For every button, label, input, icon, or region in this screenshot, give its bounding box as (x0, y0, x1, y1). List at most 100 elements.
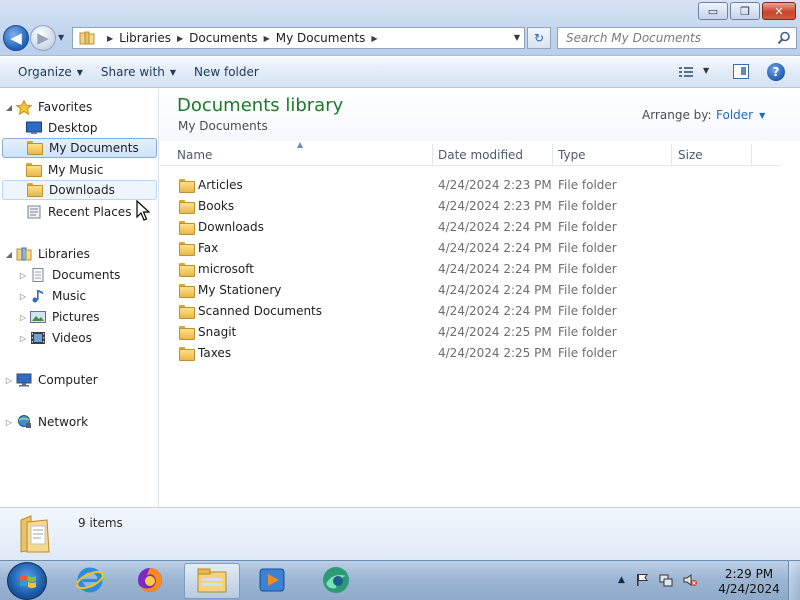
file-date: 4/24/2024 2:25 PM (438, 324, 552, 339)
collapse-arrow-icon[interactable]: ◢ (4, 250, 14, 259)
column-headers: ▲ Name Date modified Type Size (160, 140, 780, 166)
collapse-arrow-icon[interactable]: ◢ (4, 103, 14, 112)
expand-arrow-icon[interactable]: ▷ (18, 313, 28, 322)
pictures-icon (30, 310, 46, 324)
windows-explorer-icon (196, 566, 228, 597)
file-row[interactable]: Fax 4/24/2024 2:24 PM File folder (160, 237, 780, 258)
refresh-button[interactable]: ↻ (527, 27, 551, 49)
address-bar[interactable]: ▶ Libraries ▶ Documents ▶ My Documents ▶… (72, 27, 525, 49)
library-subtitle[interactable]: My Documents (178, 119, 268, 133)
nav-item-documents[interactable]: ▷ Documents (18, 265, 120, 285)
help-button[interactable]: ? (767, 63, 785, 81)
show-desktop-button[interactable] (788, 561, 800, 600)
forward-button[interactable]: ▶ (30, 25, 56, 51)
nav-item-my-documents[interactable]: My Documents (2, 138, 157, 158)
change-view-icon[interactable] (678, 65, 694, 79)
breadcrumb-libraries[interactable]: Libraries (119, 31, 171, 45)
search-icon[interactable] (777, 31, 791, 45)
nav-item-label: Recent Places (48, 205, 132, 219)
preview-pane-button[interactable] (733, 64, 749, 79)
expand-arrow-icon[interactable]: ▷ (18, 292, 28, 301)
arrange-by-label: Arrange by: (642, 108, 712, 122)
action-center-flag-icon[interactable] (635, 573, 649, 587)
file-date: 4/24/2024 2:24 PM (438, 261, 552, 276)
column-header-size[interactable]: Size (678, 148, 703, 166)
nav-item-downloads[interactable]: Downloads (2, 180, 157, 200)
file-row[interactable]: microsoft 4/24/2024 2:24 PM File folder (160, 258, 780, 279)
browser-app-icon (320, 564, 352, 599)
nav-item-videos[interactable]: ▷ Videos (18, 328, 92, 348)
nav-network[interactable]: ▷ Network (4, 412, 88, 432)
column-divider[interactable] (432, 144, 433, 166)
share-with-menu[interactable]: Share with ▼ (92, 65, 185, 79)
back-button[interactable]: ◀ (3, 25, 29, 51)
breadcrumb-separator-icon[interactable]: ▶ (107, 34, 113, 43)
file-name: Books (198, 198, 235, 213)
column-divider[interactable] (671, 144, 672, 166)
column-divider[interactable] (552, 144, 553, 166)
folder-icon (179, 263, 195, 277)
breadcrumb-separator-icon[interactable]: ▶ (264, 34, 270, 43)
nav-item-desktop[interactable]: Desktop (26, 118, 98, 138)
view-dropdown-icon[interactable]: ▼ (703, 66, 709, 75)
taskbar-internet-explorer[interactable] (62, 563, 118, 599)
breadcrumb-separator-icon[interactable]: ▶ (177, 34, 183, 43)
nav-item-label: Downloads (49, 183, 115, 197)
taskbar-firefox[interactable] (122, 563, 178, 599)
nav-favorites[interactable]: ◢ Favorites (4, 97, 92, 117)
nav-item-my-music[interactable]: My Music (26, 160, 103, 180)
expand-arrow-icon[interactable]: ▷ (18, 334, 28, 343)
address-dropdown-icon[interactable]: ▼ (514, 33, 520, 42)
expand-arrow-icon[interactable]: ▷ (18, 271, 28, 280)
file-row[interactable]: Articles 4/24/2024 2:23 PM File folder (160, 174, 780, 195)
taskbar-media-player[interactable] (244, 563, 300, 599)
nav-item-pictures[interactable]: ▷ Pictures (18, 307, 100, 327)
navigation-pane: ◢ Favorites Desktop My Documents My Musi… (0, 89, 159, 507)
volume-muted-icon[interactable] (683, 573, 697, 587)
recent-pages-dropdown[interactable]: ▼ (58, 33, 64, 42)
nav-item-music[interactable]: ▷ Music (18, 286, 86, 306)
file-row[interactable]: My Stationery 4/24/2024 2:24 PM File fol… (160, 279, 780, 300)
details-pane: 9 items (0, 507, 800, 560)
network-status-icon[interactable] (659, 573, 673, 587)
breadcrumb-my-documents[interactable]: My Documents (276, 31, 366, 45)
expand-arrow-icon[interactable]: ▷ (4, 376, 14, 385)
nav-computer[interactable]: ▷ Computer (4, 370, 98, 390)
organize-menu[interactable]: Organize ▼ (9, 65, 92, 79)
computer-icon (16, 373, 32, 387)
column-divider[interactable] (751, 144, 752, 166)
nav-item-label: Music (52, 289, 87, 303)
arrange-by-dropdown[interactable]: Folder ▼ (716, 108, 765, 122)
file-row[interactable]: Snagit 4/24/2024 2:25 PM File folder (160, 321, 780, 342)
start-button[interactable] (7, 562, 47, 600)
file-row[interactable]: Taxes 4/24/2024 2:25 PM File folder (160, 342, 780, 363)
nav-libraries[interactable]: ◢ Libraries (4, 244, 90, 264)
expand-arrow-icon[interactable]: ▷ (4, 418, 14, 427)
file-row[interactable]: Books 4/24/2024 2:23 PM File folder (160, 195, 780, 216)
file-name: Scanned Documents (198, 303, 323, 318)
column-header-type[interactable]: Type (558, 148, 586, 166)
taskbar-browser-app[interactable] (308, 563, 364, 599)
taskbar-windows-explorer[interactable] (184, 563, 240, 599)
nav-network-label: Network (38, 415, 89, 429)
show-hidden-icons-button[interactable]: ▲ (618, 575, 625, 585)
folder-icon (179, 347, 195, 361)
sort-ascending-icon: ▲ (297, 140, 304, 149)
nav-item-recent-places[interactable]: Recent Places (26, 202, 131, 222)
breadcrumb-separator-icon[interactable]: ▶ (371, 34, 377, 43)
search-input[interactable] (566, 29, 778, 47)
file-name: microsoft (198, 261, 254, 276)
search-box[interactable] (557, 27, 797, 49)
file-row[interactable]: Scanned Documents 4/24/2024 2:24 PM File… (160, 300, 780, 321)
column-header-date-modified[interactable]: Date modified (438, 148, 523, 166)
clock-time: 2:29 PM (724, 567, 774, 581)
breadcrumb-documents[interactable]: Documents (189, 31, 257, 45)
new-folder-button[interactable]: New folder (185, 65, 268, 79)
file-type: File folder (558, 240, 617, 255)
system-clock[interactable]: 2:29 PM 4/24/2024 (718, 567, 780, 597)
maximize-button[interactable]: ❐ (730, 2, 760, 20)
file-row[interactable]: Downloads 4/24/2024 2:24 PM File folder (160, 216, 780, 237)
column-header-name[interactable]: Name (177, 148, 212, 166)
minimize-button[interactable]: ▭ (698, 2, 728, 20)
close-button[interactable]: ✕ (762, 2, 796, 20)
